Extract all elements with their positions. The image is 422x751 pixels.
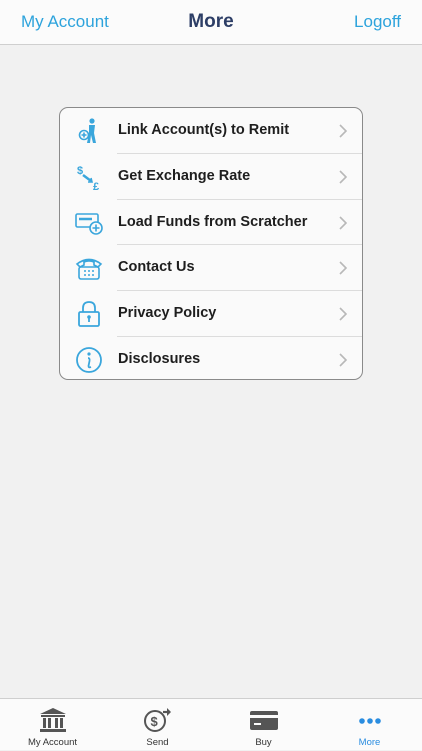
- more-menu: Link Account(s) to Remit $ £ Get Exchang…: [59, 107, 363, 380]
- menu-item-disclosures[interactable]: Disclosures: [60, 337, 362, 379]
- tab-label: Buy: [255, 737, 272, 748]
- nav-bar: My Account More Logoff: [0, 0, 422, 45]
- menu-item-label: Link Account(s) to Remit: [118, 122, 290, 138]
- svg-text:$: $: [150, 714, 158, 729]
- send-money-icon: $: [143, 708, 171, 732]
- menu-item-label: Privacy Policy: [118, 305, 217, 322]
- tab-bar: My Account $ Send Buy More: [0, 698, 422, 750]
- exchange-rate-icon: $ £: [77, 165, 99, 192]
- menu-item-contact-us[interactable]: Contact Us: [60, 245, 362, 292]
- menu-item-load-funds[interactable]: Load Funds from Scratcher: [60, 200, 362, 246]
- lock-icon: [78, 301, 100, 328]
- bank-icon: [39, 708, 66, 732]
- menu-item-label: Get Exchange Rate: [118, 167, 251, 184]
- menu-item-label: Contact Us: [118, 259, 195, 276]
- menu-item-link-accounts[interactable]: Link Account(s) to Remit: [60, 108, 362, 154]
- svg-text:£: £: [93, 181, 99, 192]
- menu-item-exchange-rate[interactable]: $ £ Get Exchange Rate: [60, 154, 362, 200]
- logoff-button[interactable]: Logoff: [354, 12, 401, 32]
- link-account-icon: [78, 118, 96, 143]
- tab-label: More: [358, 737, 381, 748]
- chevron-right-icon: [339, 307, 348, 321]
- chevron-right-icon: [339, 261, 348, 275]
- svg-text:$: $: [77, 165, 83, 177]
- chevron-right-icon: [339, 353, 348, 367]
- chevron-right-icon: [339, 170, 348, 184]
- info-icon: [76, 347, 102, 373]
- menu-item-label: Disclosures: [118, 350, 201, 367]
- card-icon: [249, 711, 278, 730]
- more-dots-icon: [358, 718, 381, 724]
- tab-more[interactable]: More: [317, 699, 422, 751]
- tab-send[interactable]: $ Send: [105, 699, 210, 751]
- tab-my-account[interactable]: My Account: [0, 699, 105, 751]
- scratcher-card-icon: [75, 212, 103, 235]
- tab-label: Send: [146, 737, 169, 748]
- chevron-right-icon: [339, 216, 348, 230]
- chevron-right-icon: [339, 124, 348, 138]
- phone-icon: [75, 259, 103, 281]
- tab-label: My Account: [27, 737, 78, 748]
- tab-buy[interactable]: Buy: [211, 699, 316, 751]
- menu-item-label: Load Funds from Scratcher: [118, 213, 308, 230]
- menu-item-privacy-policy[interactable]: Privacy Policy: [60, 291, 362, 337]
